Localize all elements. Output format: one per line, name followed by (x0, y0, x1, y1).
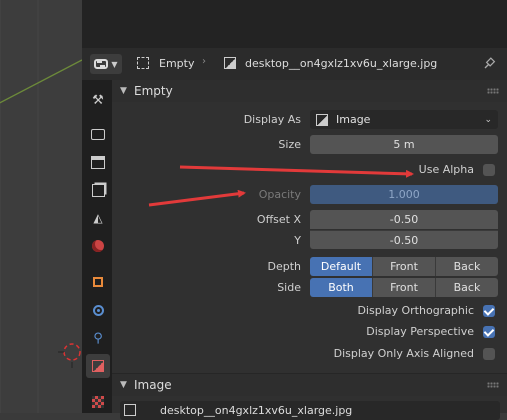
annotation-arrow-use-alpha (179, 165, 414, 178)
annotation-arrows (148, 165, 414, 207)
annotation-arrow-opacity (148, 189, 246, 207)
